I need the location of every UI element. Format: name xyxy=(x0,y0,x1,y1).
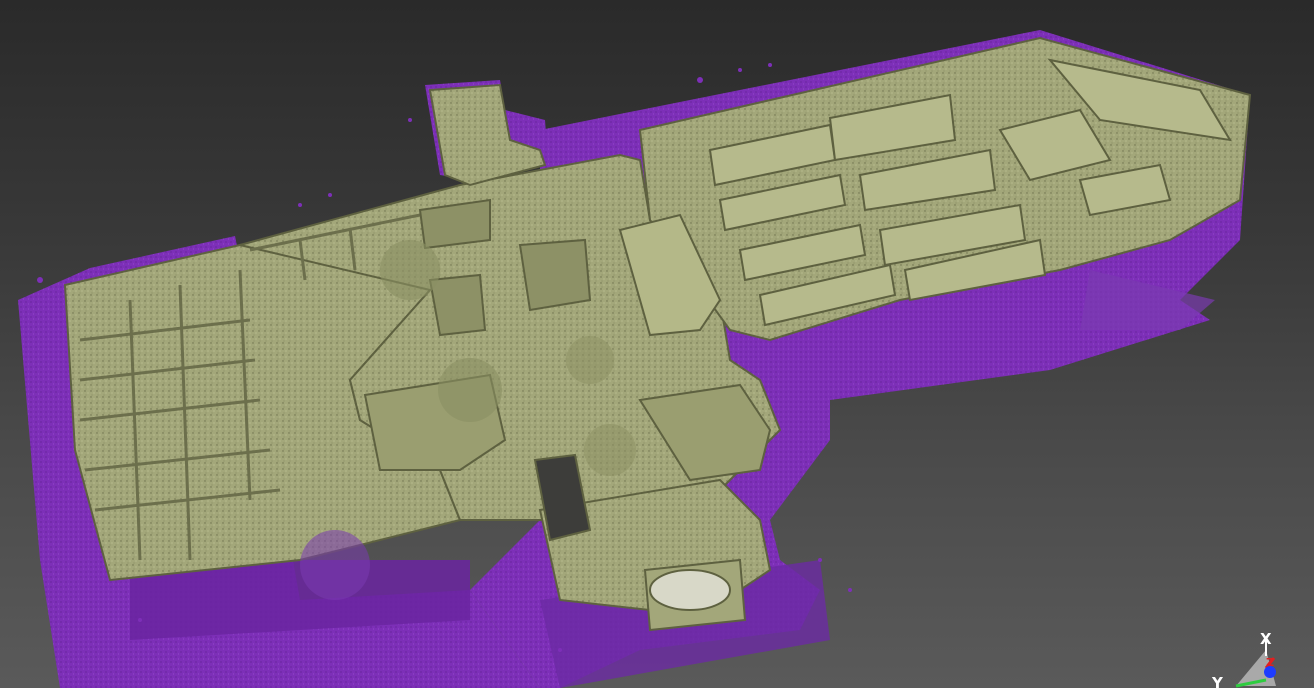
z-axis-label: Z xyxy=(1266,656,1274,669)
3d-viewport[interactable]: X Z Y xyxy=(0,0,1314,688)
point-cloud-scene[interactable] xyxy=(0,0,1314,688)
x-axis-label: X xyxy=(1260,630,1272,648)
axis-orientation-gizmo: X Z Y xyxy=(1211,630,1276,688)
y-axis-label: Y xyxy=(1211,674,1224,688)
